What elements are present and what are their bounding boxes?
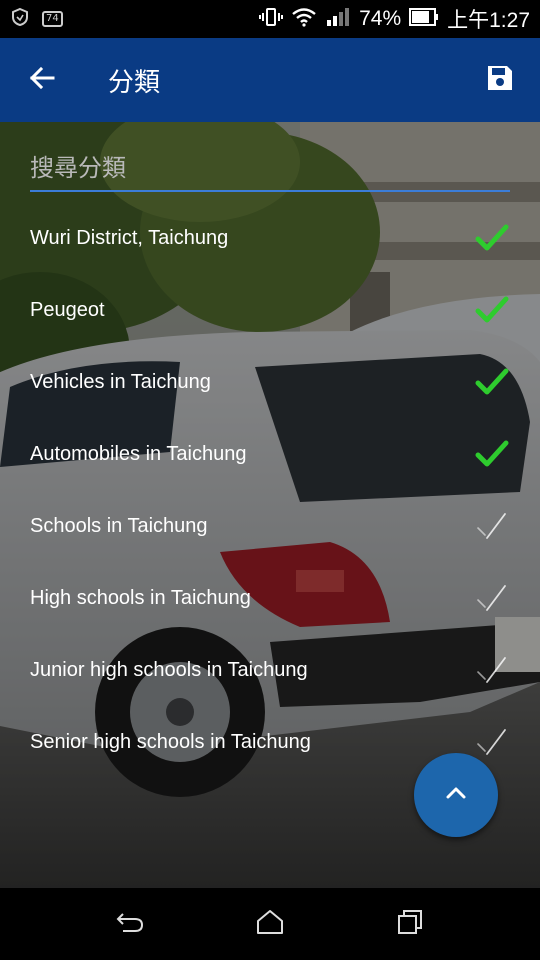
checkmark-icon[interactable] [474, 220, 510, 256]
category-panel: Wuri District, Taichung Peugeot Vehicles i… [0, 122, 540, 888]
home-icon [256, 909, 284, 939]
search-input[interactable] [30, 148, 510, 188]
category-item[interactable]: Vehicles in Taichung [0, 346, 540, 418]
clock: 上午1:27 [447, 9, 530, 32]
checkmark-icon[interactable] [474, 292, 510, 328]
nav-recents-button[interactable] [380, 894, 440, 954]
shield-icon [10, 7, 30, 31]
checkmark-outline-icon[interactable] [474, 652, 510, 688]
category-label: High schools in Taichung [30, 586, 251, 609]
category-label: Automobiles in Taichung [30, 442, 247, 465]
nav-home-button[interactable] [240, 894, 300, 954]
category-item[interactable]: Peugeot [0, 274, 540, 346]
category-label: Schools in Taichung [30, 514, 208, 537]
save-button[interactable] [460, 38, 540, 122]
category-item[interactable]: Junior high schools in Taichung [0, 634, 540, 706]
app-bar: 分類 [0, 38, 540, 122]
battery-percent: 74% [359, 7, 402, 30]
category-item[interactable]: Schools in Taichung [0, 490, 540, 562]
category-item[interactable]: High schools in Taichung [0, 562, 540, 634]
arrow-back-icon [28, 64, 56, 96]
page-title: 分類 [108, 67, 161, 98]
category-label: Peugeot [30, 298, 105, 321]
category-list: Wuri District, Taichung Peugeot Vehicles i… [0, 202, 540, 778]
system-nav-bar [0, 888, 540, 960]
save-icon [485, 63, 515, 97]
category-label: Vehicles in Taichung [30, 370, 211, 393]
category-label: Senior high schools in Taichung [30, 730, 311, 753]
recents-icon [396, 908, 424, 940]
checkmark-outline-icon[interactable] [474, 508, 510, 544]
back-icon [115, 910, 145, 938]
scroll-up-button[interactable] [414, 753, 498, 837]
battery-icon [409, 8, 439, 30]
category-item[interactable]: Wuri District, Taichung [0, 202, 540, 274]
search-field [30, 148, 510, 192]
status-bar: 74 74% 上午1:27 [0, 0, 540, 38]
category-label: Junior high schools in Taichung [30, 658, 308, 681]
notification-badge: 74 [42, 11, 63, 27]
back-button[interactable] [0, 38, 84, 122]
wifi-icon [291, 7, 317, 31]
signal-icon [325, 7, 351, 31]
checkmark-outline-icon[interactable] [474, 580, 510, 616]
checkmark-icon[interactable] [474, 436, 510, 472]
category-label: Wuri District, Taichung [30, 226, 229, 249]
checkmark-icon[interactable] [474, 364, 510, 400]
chevron-up-icon [443, 780, 469, 810]
category-item[interactable]: Automobiles in Taichung [0, 418, 540, 490]
checkmark-outline-icon[interactable] [474, 724, 510, 760]
nav-back-button[interactable] [100, 894, 160, 954]
vibrate-icon [259, 7, 284, 31]
